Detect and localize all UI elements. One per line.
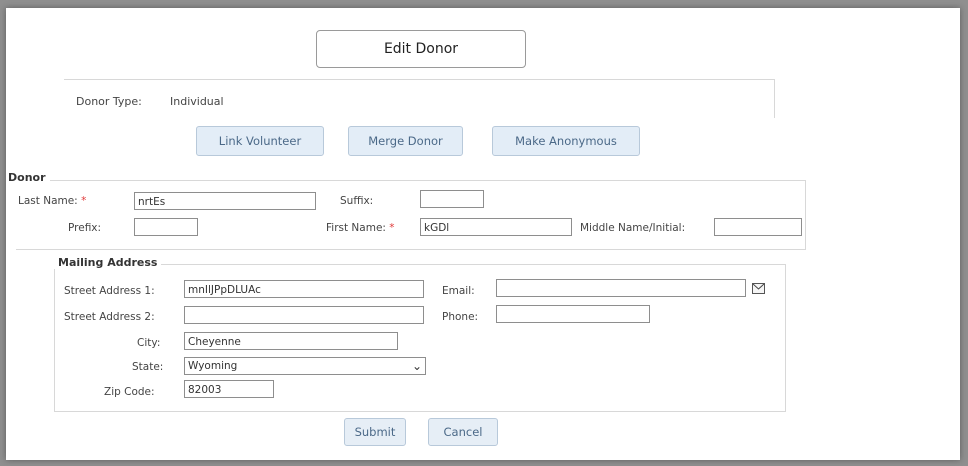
- street-address-2-input[interactable]: [184, 306, 424, 324]
- make-anonymous-button[interactable]: Make Anonymous: [492, 126, 640, 156]
- zip-code-label: Zip Code:: [104, 386, 155, 398]
- first-name-label: First Name: *: [326, 222, 395, 234]
- donor-type-panel: Donor Type: Individual: [64, 79, 775, 118]
- suffix-label: Suffix:: [340, 195, 374, 207]
- cancel-button[interactable]: Cancel: [428, 418, 498, 446]
- street-address-1-label: Street Address 1:: [64, 285, 155, 297]
- email-icon[interactable]: [752, 283, 765, 294]
- middle-name-label: Middle Name/Initial:: [580, 222, 686, 234]
- prefix-input[interactable]: [134, 218, 198, 236]
- state-select[interactable]: Wyoming ⌄: [184, 357, 426, 375]
- donor-type-label: Donor Type:: [76, 95, 142, 108]
- last-name-input[interactable]: nrtEs: [134, 192, 316, 210]
- first-name-label-text: First Name:: [326, 222, 386, 234]
- street-address-2-label: Street Address 2:: [64, 311, 155, 323]
- mailing-address-legend: Mailing Address: [54, 256, 162, 269]
- donor-legend: Donor: [8, 171, 50, 184]
- required-mark: *: [389, 222, 395, 234]
- link-volunteer-button[interactable]: Link Volunteer: [196, 126, 324, 156]
- state-select-value: Wyoming: [188, 360, 238, 372]
- email-input[interactable]: [496, 279, 746, 297]
- submit-button[interactable]: Submit: [344, 418, 406, 446]
- first-name-input[interactable]: kGDl: [420, 218, 572, 236]
- city-input[interactable]: Cheyenne: [184, 332, 398, 350]
- page-title: Edit Donor: [316, 30, 526, 68]
- email-label: Email:: [442, 285, 475, 297]
- middle-name-input[interactable]: [714, 218, 802, 236]
- suffix-input[interactable]: [420, 190, 484, 208]
- required-mark: *: [81, 195, 87, 207]
- city-label: City:: [137, 337, 161, 349]
- prefix-label: Prefix:: [68, 222, 102, 234]
- street-address-1-input[interactable]: mnIlJPpDLUAc: [184, 280, 424, 298]
- donor-fieldset: [16, 180, 806, 250]
- donor-type-value: Individual: [170, 95, 224, 108]
- merge-donor-button[interactable]: Merge Donor: [348, 126, 463, 156]
- phone-input[interactable]: [496, 305, 650, 323]
- last-name-label: Last Name: *: [18, 195, 86, 207]
- edit-donor-dialog: Edit Donor Donor Type: Individual Link V…: [6, 8, 960, 460]
- phone-label: Phone:: [442, 311, 479, 323]
- state-label: State:: [132, 361, 164, 373]
- chevron-down-icon: ⌄: [411, 359, 422, 373]
- last-name-label-text: Last Name:: [18, 195, 78, 207]
- zip-code-input[interactable]: 82003: [184, 380, 274, 398]
